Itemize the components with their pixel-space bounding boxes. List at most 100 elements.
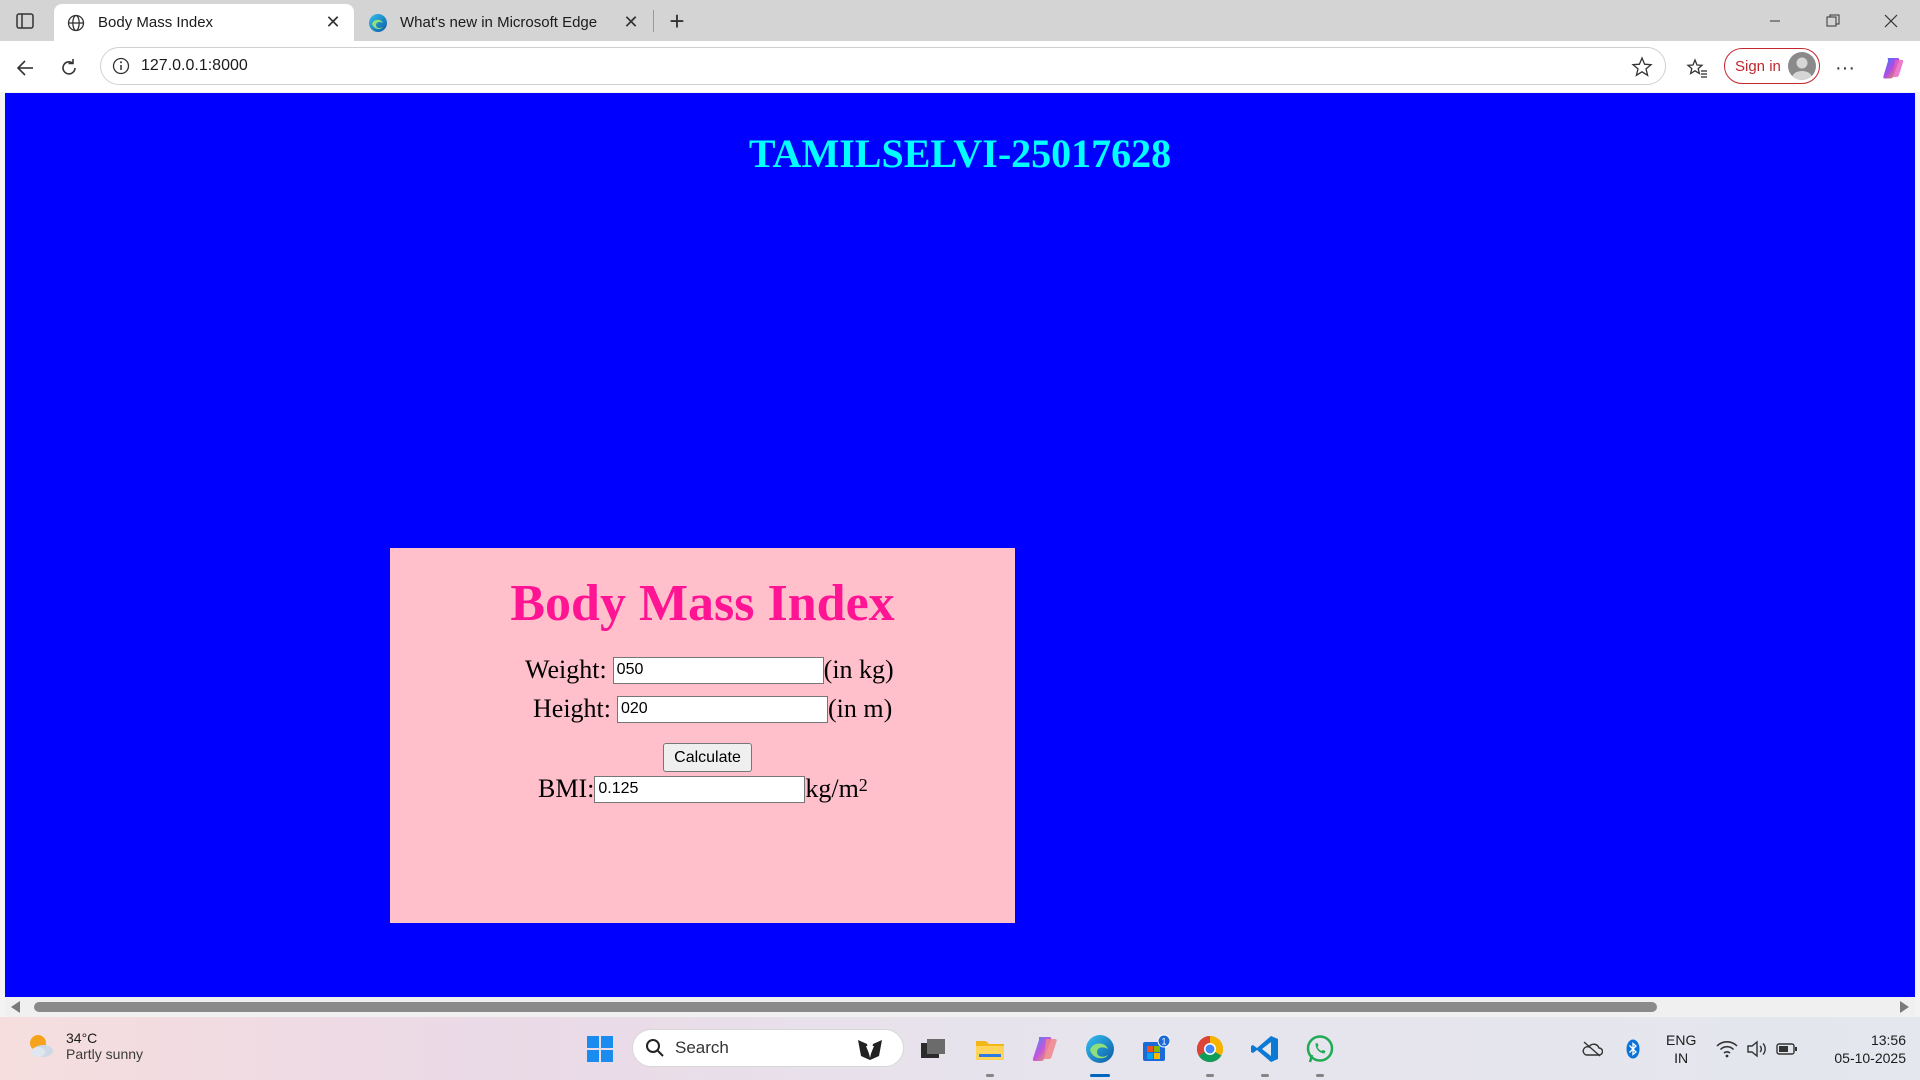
bluetooth-tray-icon[interactable] bbox=[1622, 1017, 1644, 1080]
weather-temperature: 34°C bbox=[66, 1030, 98, 1046]
weight-label: Weight: bbox=[525, 655, 607, 684]
chrome-icon bbox=[1196, 1035, 1224, 1063]
site-info-icon[interactable] bbox=[101, 47, 141, 85]
back-arrow-icon bbox=[16, 60, 33, 76]
sign-in-button[interactable]: Sign in bbox=[1724, 48, 1820, 84]
edge-taskbar-button[interactable] bbox=[1080, 1029, 1120, 1069]
globe-icon bbox=[66, 13, 86, 33]
partly-sunny-icon bbox=[24, 1029, 58, 1063]
page-heading: TAMILSELVI-25017628 bbox=[748, 131, 1172, 176]
running-indicator bbox=[1206, 1074, 1214, 1077]
copilot-icon bbox=[1883, 58, 1904, 79]
whatsapp-icon bbox=[1306, 1035, 1334, 1063]
vertical-tabs-button[interactable] bbox=[10, 8, 40, 34]
whatsapp-taskbar-button[interactable] bbox=[1300, 1029, 1340, 1069]
tab-body-mass-index[interactable]: Body Mass Index ✕ bbox=[54, 4, 354, 41]
weight-unit: (in kg) bbox=[823, 655, 894, 684]
refresh-button[interactable] bbox=[52, 51, 86, 85]
weather-condition: Partly sunny bbox=[66, 1046, 144, 1062]
horizontal-scrollbar[interactable] bbox=[5, 997, 1915, 1017]
favorites-icon bbox=[1686, 58, 1707, 78]
folder-icon bbox=[976, 1041, 1004, 1060]
new-tab-button[interactable]: + bbox=[662, 6, 692, 36]
more-icon: ··· bbox=[1835, 56, 1855, 79]
address-bar[interactable]: 127.0.0.1:8000 bbox=[100, 47, 1666, 85]
search-icon bbox=[646, 1039, 664, 1057]
bmi-title: Body Mass Index bbox=[510, 575, 895, 632]
favorite-star-icon[interactable] bbox=[1629, 54, 1655, 80]
sign-in-label: Sign in bbox=[1735, 57, 1781, 75]
bmi-unit: kg/m bbox=[805, 774, 859, 803]
close-window-button[interactable] bbox=[1862, 0, 1920, 41]
height-input[interactable] bbox=[617, 695, 828, 723]
browser-toolbar: 127.0.0.1:8000 Sign in ··· bbox=[0, 41, 1920, 92]
taskbar-search[interactable]: Search bbox=[632, 1029, 904, 1067]
tab-title: Body Mass Index bbox=[98, 14, 214, 31]
tab-whats-new-edge[interactable]: What's new in Microsoft Edge ✕ bbox=[356, 4, 652, 41]
wifi-tray-icon[interactable] bbox=[1714, 1017, 1740, 1080]
volume-tray-icon[interactable] bbox=[1744, 1017, 1770, 1080]
height-unit: (in m) bbox=[828, 694, 893, 723]
taskbar: 34°C Partly sunny Search 1 ENG IN 13:56 … bbox=[0, 1017, 1920, 1080]
weight-row: Weight: (in kg) bbox=[525, 655, 894, 685]
scroll-left-icon[interactable] bbox=[11, 1001, 20, 1013]
height-row: Height: (in m) bbox=[525, 694, 892, 724]
tab-separator bbox=[653, 10, 654, 32]
vscode-icon bbox=[1251, 1036, 1278, 1062]
clock-time: 13:56 bbox=[1870, 1032, 1906, 1048]
close-icon bbox=[1884, 14, 1898, 27]
task-view-button[interactable] bbox=[913, 1029, 953, 1069]
copilot-button[interactable] bbox=[1876, 51, 1910, 85]
language-indicator[interactable]: ENG IN bbox=[1666, 1031, 1696, 1067]
bmi-result-field[interactable] bbox=[594, 775, 806, 803]
search-highlight-icon bbox=[858, 1040, 882, 1060]
chrome-taskbar-button[interactable] bbox=[1190, 1029, 1230, 1069]
tab-title: What's new in Microsoft Edge bbox=[400, 14, 598, 31]
edge-icon bbox=[1086, 1035, 1114, 1063]
browser-window: Body Mass Index ✕ What's new in Microsof… bbox=[0, 0, 1920, 1080]
scrollbar-thumb[interactable] bbox=[34, 1002, 1657, 1012]
windows-logo-icon bbox=[587, 1036, 613, 1062]
close-tab-icon[interactable]: ✕ bbox=[320, 10, 346, 36]
minimize-icon bbox=[1770, 20, 1780, 21]
copilot-app-button[interactable] bbox=[1025, 1029, 1065, 1069]
task-view-icon bbox=[921, 1039, 945, 1058]
language-code: ENG bbox=[1666, 1032, 1697, 1048]
battery-tray-icon[interactable] bbox=[1774, 1017, 1800, 1080]
scroll-right-icon[interactable] bbox=[1900, 1001, 1909, 1013]
language-region: IN bbox=[1674, 1050, 1689, 1066]
back-button[interactable] bbox=[8, 51, 42, 85]
running-indicator bbox=[1316, 1074, 1324, 1077]
restore-icon bbox=[1826, 14, 1840, 26]
restore-button[interactable] bbox=[1804, 0, 1862, 41]
running-indicator bbox=[986, 1074, 994, 1077]
height-label: Height: bbox=[533, 694, 611, 723]
active-app-indicator bbox=[1090, 1074, 1110, 1077]
minimize-button[interactable] bbox=[1746, 0, 1804, 41]
store-taskbar-button[interactable]: 1 bbox=[1135, 1029, 1175, 1069]
vscode-taskbar-button[interactable] bbox=[1245, 1029, 1285, 1069]
bmi-result-row: BMI: kg/m2 bbox=[538, 774, 868, 804]
bmi-form-card: Body Mass Index Weight: (in kg) Height: … bbox=[390, 548, 1015, 923]
search-label: Search bbox=[675, 1038, 729, 1057]
page-viewport: TAMILSELVI-25017628 Body Mass Index Weig… bbox=[5, 93, 1915, 997]
close-tab-icon[interactable]: ✕ bbox=[618, 10, 644, 36]
file-explorer-button[interactable] bbox=[970, 1029, 1010, 1069]
settings-more-button[interactable]: ··· bbox=[1828, 51, 1862, 85]
system-clock[interactable]: 13:56 05-10-2025 bbox=[1810, 1031, 1906, 1067]
edge-icon bbox=[368, 13, 388, 33]
copilot-app-icon bbox=[1032, 1037, 1057, 1061]
clock-date: 05-10-2025 bbox=[1834, 1050, 1906, 1066]
tab-actions-icon bbox=[16, 13, 34, 29]
favorites-button[interactable] bbox=[1680, 51, 1714, 85]
start-button[interactable] bbox=[580, 1029, 620, 1069]
calculate-button[interactable]: Calculate bbox=[663, 743, 752, 772]
url-text: 127.0.0.1:8000 bbox=[141, 57, 248, 74]
weight-input[interactable] bbox=[612, 656, 824, 684]
bmi-unit-exponent: 2 bbox=[858, 774, 868, 795]
store-badge: 1 bbox=[1161, 1037, 1166, 1047]
store-icon: 1 bbox=[1143, 1034, 1170, 1061]
weather-widget[interactable]: 34°C Partly sunny bbox=[24, 1029, 143, 1063]
onedrive-tray-icon[interactable] bbox=[1580, 1017, 1604, 1080]
refresh-icon bbox=[62, 59, 76, 75]
